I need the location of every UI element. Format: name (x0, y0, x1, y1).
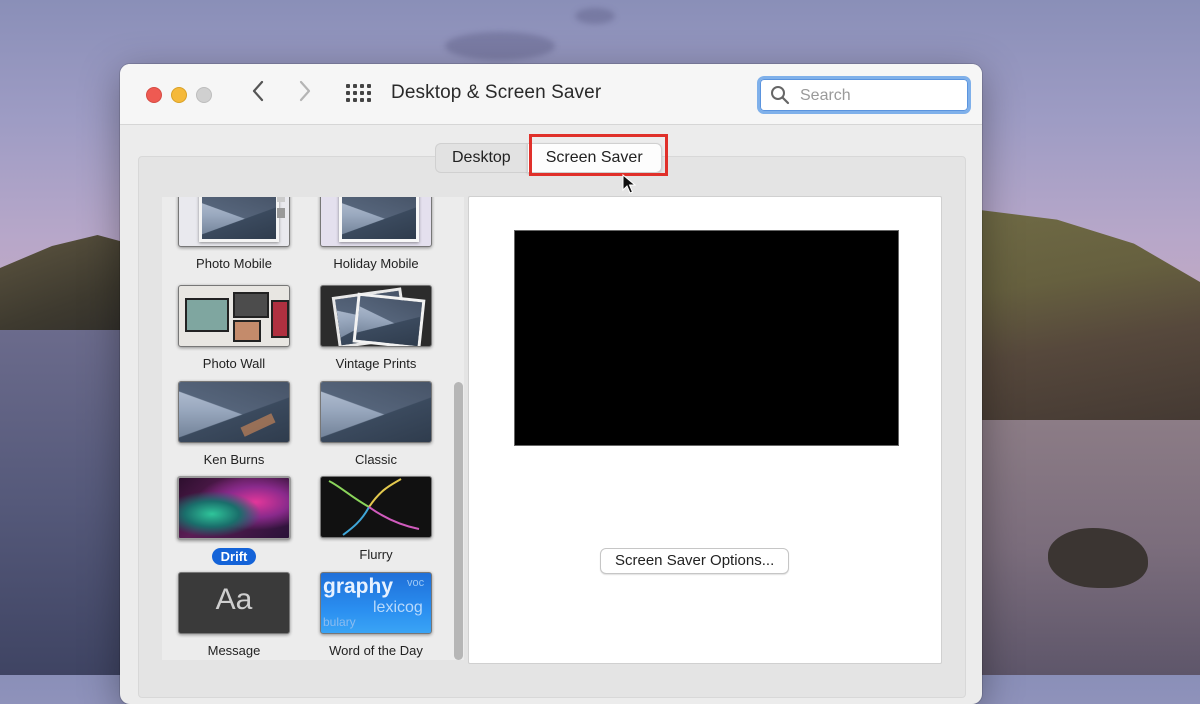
thumb-label: Flurry (359, 547, 393, 562)
minimize-button[interactable] (171, 87, 187, 103)
back-button[interactable] (244, 80, 272, 108)
list-item[interactable]: graphy voc lexicog bulary Word of the Da… (311, 572, 441, 660)
tab-screen-saver[interactable]: Screen Saver (526, 143, 662, 173)
list-item[interactable]: Drift (169, 476, 299, 566)
list-item[interactable]: Aa Message (169, 572, 299, 660)
thumb-label: Message (207, 643, 261, 658)
thumb-word: lexicog (373, 599, 423, 616)
chevron-right-icon (299, 80, 311, 102)
tab-bar: Desktop Screen Saver (435, 143, 662, 173)
thumb-label: Classic (355, 452, 397, 467)
mouse-cursor-icon (622, 174, 636, 194)
vintage-prints-thumbnail (320, 285, 432, 347)
drift-thumbnail (177, 476, 291, 540)
thumb-word: graphy (323, 575, 394, 598)
list-item[interactable]: Ken Burns (169, 381, 299, 469)
thumb-label: Word of the Day (329, 643, 423, 658)
classic-thumbnail (320, 381, 432, 443)
grid-icon[interactable] (346, 84, 371, 104)
ken-burns-thumbnail (178, 381, 290, 443)
flurry-streaks (328, 478, 420, 536)
message-thumbnail: Aa (178, 572, 290, 634)
list-item[interactable]: Photo Wall (169, 285, 299, 373)
window-title: Desktop & Screen Saver (391, 82, 602, 103)
photo-mobile-thumbnail (178, 197, 290, 247)
thumb-label: Photo Mobile (196, 256, 272, 271)
message-thumb-text: Aa (215, 583, 253, 616)
holiday-mobile-thumbnail (320, 197, 432, 247)
chevron-left-icon (252, 80, 264, 102)
close-button[interactable] (146, 87, 162, 103)
screen-saver-options-button[interactable]: Screen Saver Options... (600, 548, 790, 574)
thumb-label: Drift (211, 548, 257, 565)
list-item[interactable]: Classic (311, 381, 441, 469)
desktop-cliff-left (0, 235, 130, 345)
list-item[interactable]: Holiday Mobile (311, 197, 441, 273)
thumb-word: bulary (323, 615, 356, 629)
zoom-button[interactable] (196, 87, 212, 103)
thumb-label: Photo Wall (202, 356, 266, 371)
thumb-label: Vintage Prints (335, 356, 417, 371)
thumb-word: voc (407, 577, 425, 589)
search-icon (771, 86, 790, 105)
titlebar: Desktop & Screen Saver (120, 64, 982, 125)
desktop-sea-left (0, 330, 130, 675)
search-input[interactable] (798, 83, 962, 109)
tab-desktop[interactable]: Desktop (435, 143, 527, 173)
search-field[interactable] (757, 76, 971, 114)
list-item[interactable]: Vintage Prints (311, 285, 441, 373)
list-scrollbar[interactable] (454, 382, 463, 660)
desktop-cliff-right (980, 210, 1200, 450)
thumb-label: Holiday Mobile (333, 256, 419, 271)
preview-panel: Screen Saver Options... (468, 196, 942, 664)
preferences-window: Desktop & Screen Saver Desktop Screen Sa… (120, 64, 982, 704)
cloud (445, 32, 555, 60)
screen-saver-list[interactable]: Photo Mobile Holiday Mobile Photo Wall V… (162, 197, 464, 660)
cloud (575, 8, 615, 24)
preview-screen (514, 230, 899, 446)
list-item[interactable]: Photo Mobile (169, 197, 299, 273)
forward-button[interactable] (291, 80, 319, 108)
word-of-the-day-thumbnail: graphy voc lexicog bulary (320, 572, 432, 634)
photo-wall-thumbnail (178, 285, 290, 347)
flurry-thumbnail (320, 476, 432, 538)
thumb-label: Ken Burns (203, 452, 265, 467)
list-item[interactable]: Flurry (311, 476, 441, 564)
